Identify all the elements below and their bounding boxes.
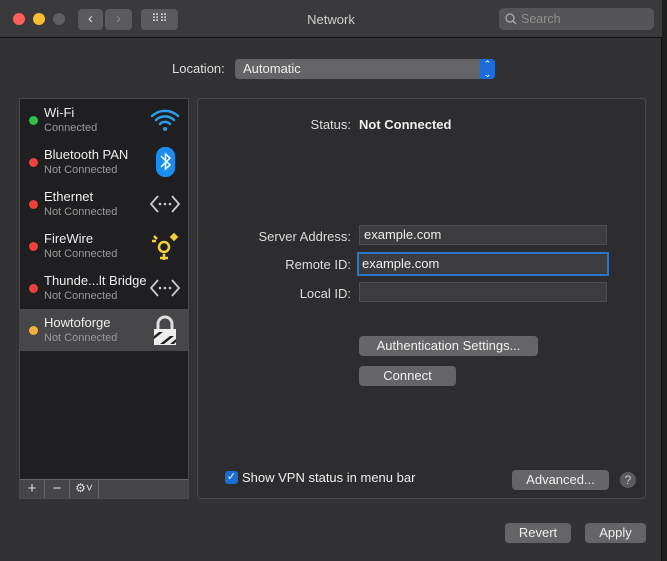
- remote-id-label: Remote ID:: [285, 257, 351, 272]
- show-vpn-status-checkbox[interactable]: ✓: [225, 471, 238, 484]
- revert-button[interactable]: Revert: [505, 523, 571, 543]
- search-input[interactable]: Search: [499, 8, 654, 30]
- service-item-howtoforge[interactable]: Howtoforge Not Connected: [20, 309, 188, 351]
- service-item-bluetooth-pan[interactable]: Bluetooth PAN Not Connected: [20, 141, 188, 183]
- service-list-toolbar: + − ⚙˅: [20, 479, 188, 498]
- service-name: Ethernet: [44, 189, 94, 204]
- location-select[interactable]: Automatic ⌃ ⌄: [235, 59, 495, 79]
- remote-id-field[interactable]: example.com: [357, 252, 609, 276]
- network-window: ‹ › ⠿⠿ Network Search Location: Automati…: [0, 0, 662, 561]
- search-placeholder: Search: [521, 12, 561, 26]
- service-name: Howtoforge: [44, 315, 111, 330]
- remove-service-button[interactable]: −: [45, 480, 70, 498]
- apply-button[interactable]: Apply: [585, 523, 646, 543]
- service-status: Connected: [44, 122, 98, 134]
- bluetooth-icon: [156, 147, 175, 177]
- service-list: Wi-Fi Connected Bluetooth PAN Not Connec…: [19, 98, 189, 499]
- status-value: Not Connected: [359, 117, 452, 132]
- vpn-lock-icon: [154, 315, 176, 345]
- add-service-button[interactable]: +: [20, 480, 45, 498]
- service-name: Bluetooth PAN: [44, 147, 129, 162]
- server-address-label: Server Address:: [258, 229, 352, 244]
- ethernet-icon: [149, 195, 181, 213]
- gear-icon[interactable]: ⚙˅: [70, 480, 99, 498]
- service-name: FireWire: [44, 231, 94, 246]
- location-value: Automatic: [243, 61, 301, 76]
- service-status: Not Connected: [44, 332, 118, 344]
- service-name: Thunde...lt Bridge: [44, 273, 147, 288]
- status-dot: [29, 200, 38, 209]
- status-dot: [29, 116, 38, 125]
- authentication-settings-button[interactable]: Authentication Settings...: [359, 336, 538, 356]
- service-status: Not Connected: [44, 248, 118, 260]
- status-dot: [29, 158, 38, 167]
- thunderbolt-bridge-icon: [149, 279, 181, 297]
- status-dot: [29, 326, 38, 335]
- status-dot: [29, 242, 38, 251]
- service-status: Not Connected: [44, 164, 118, 176]
- location-label: Location:: [172, 61, 225, 76]
- firewire-icon: [152, 232, 179, 260]
- service-item-firewire[interactable]: FireWire Not Connected: [20, 225, 188, 267]
- service-status: Not Connected: [44, 290, 118, 302]
- status-label: Status:: [310, 117, 351, 132]
- title-bar: ‹ › ⠿⠿ Network Search: [0, 0, 662, 38]
- service-item-thunderbolt-bridge[interactable]: Thunde...lt Bridge Not Connected: [20, 267, 188, 309]
- service-status: Not Connected: [44, 206, 118, 218]
- connect-button[interactable]: Connect: [359, 366, 456, 386]
- service-name: Wi-Fi: [44, 105, 75, 120]
- vpn-detail-panel: Status: Not Connected Server Address: ex…: [197, 98, 646, 499]
- service-item-wifi[interactable]: Wi-Fi Connected: [20, 99, 188, 141]
- advanced-button[interactable]: Advanced...: [512, 470, 609, 490]
- local-id-field[interactable]: [359, 282, 607, 302]
- help-button[interactable]: ?: [620, 472, 636, 488]
- service-item-ethernet[interactable]: Ethernet Not Connected: [20, 183, 188, 225]
- search-icon: [505, 13, 517, 25]
- status-dot: [29, 284, 38, 293]
- chevron-updown-icon: ⌃ ⌄: [480, 59, 495, 79]
- local-id-label: Local ID:: [299, 286, 351, 301]
- wifi-icon: [150, 109, 180, 131]
- server-address-field[interactable]: example.com: [359, 225, 607, 245]
- show-vpn-status-label: Show VPN status in menu bar: [242, 470, 416, 485]
